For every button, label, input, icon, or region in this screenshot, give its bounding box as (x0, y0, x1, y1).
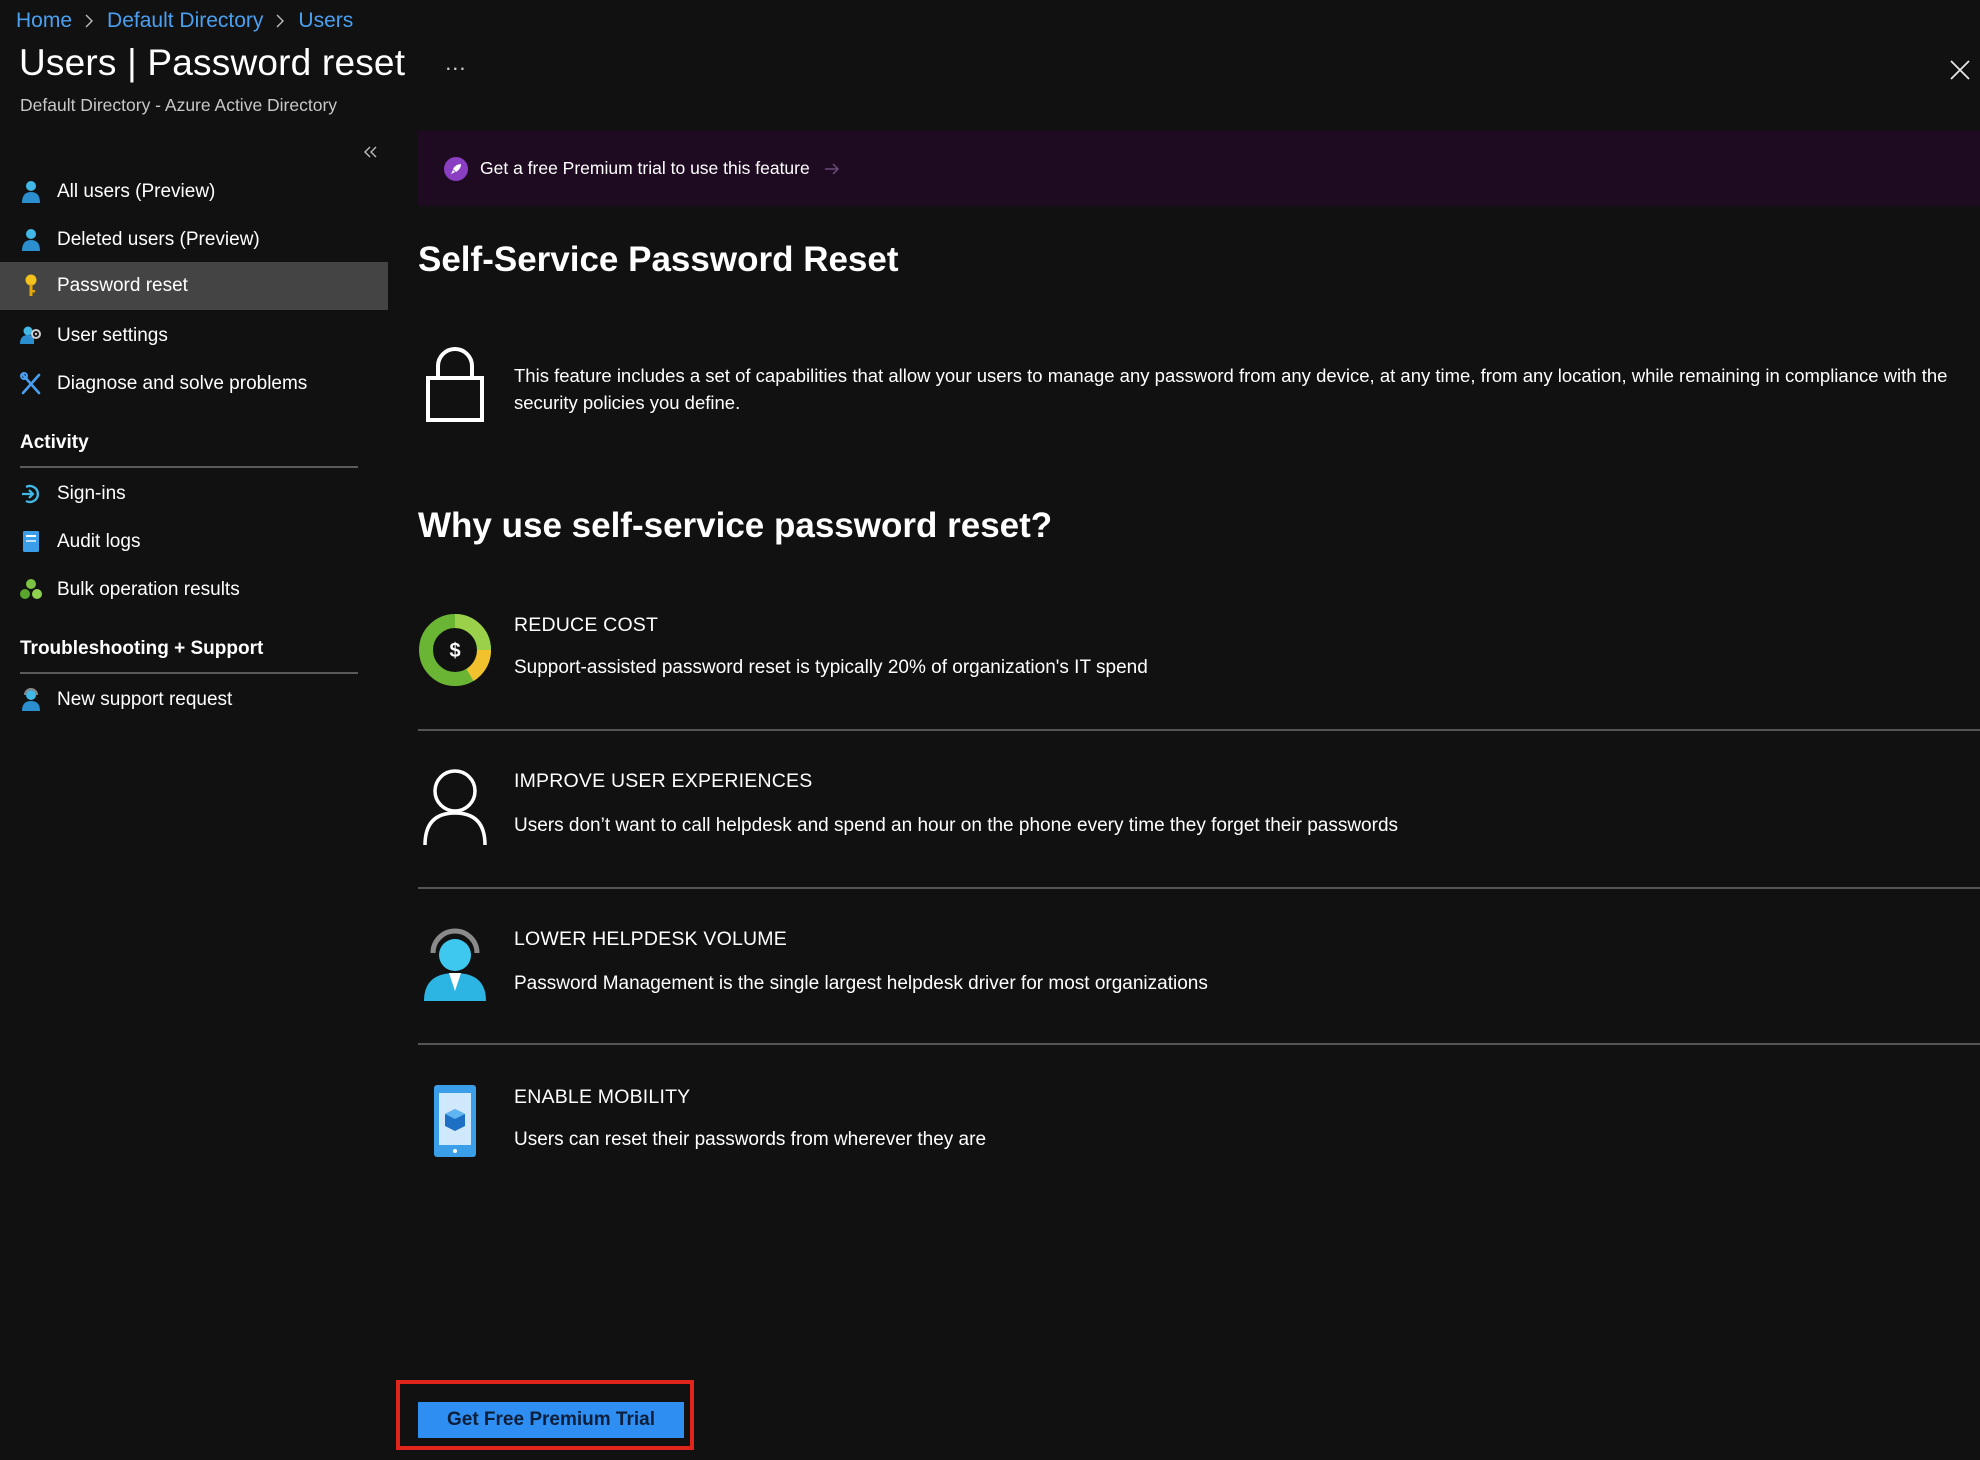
bulk-operations-icon (20, 577, 42, 603)
user-outline-icon (418, 768, 492, 846)
page-subtitle: Default Directory - Azure Active Directo… (20, 95, 338, 115)
sidebar-item-audit-logs[interactable]: Audit logs (0, 518, 388, 566)
mobile-device-icon (418, 1082, 492, 1160)
breadcrumb: Home Default Directory Users (16, 6, 353, 36)
sidebar-item-label: Audit logs (57, 531, 141, 552)
breadcrumb-default-directory[interactable]: Default Directory (107, 9, 263, 33)
section-heading-support: Troubleshooting + Support (20, 638, 264, 659)
why-heading: Why use self-service password reset? (418, 506, 1053, 545)
section-divider (20, 466, 358, 468)
sidebar-item-bulk-operations[interactable]: Bulk operation results (0, 566, 388, 614)
benefit-divider (418, 1043, 1980, 1045)
page-title: Users | Password reset (19, 42, 406, 83)
benefit-title: IMPROVE USER EXPERIENCES (514, 770, 813, 792)
sign-in-icon (20, 481, 42, 507)
benefit-description: Support-assisted password reset is typic… (514, 657, 1148, 678)
lock-icon (422, 344, 488, 424)
sidebar-item-deleted-users[interactable]: Deleted users (Preview) (0, 216, 388, 264)
double-chevron-left-icon (364, 146, 377, 158)
audit-log-icon (20, 529, 42, 555)
benefit-title: LOWER HELPDESK VOLUME (514, 928, 787, 950)
breadcrumb-users[interactable]: Users (298, 9, 353, 33)
key-icon (20, 273, 42, 299)
close-icon (1950, 60, 1970, 80)
sidebar-item-label: Deleted users (Preview) (57, 229, 260, 250)
more-options-button[interactable]: ... (445, 50, 466, 76)
benefit-description: Users don’t want to call helpdesk and sp… (514, 815, 1399, 836)
sidebar-item-label: New support request (57, 689, 233, 710)
banner-text: Get a free Premium trial to use this fea… (480, 158, 810, 178)
sidebar-item-new-support-request[interactable]: New support request (0, 676, 388, 724)
section-divider (20, 672, 358, 674)
sidebar-item-label: User settings (57, 325, 168, 346)
intro-text: This feature includes a set of capabilit… (514, 365, 1948, 413)
user-icon (20, 179, 42, 205)
premium-trial-banner[interactable]: Get a free Premium trial to use this fea… (418, 131, 1980, 206)
arrow-right-icon (824, 162, 840, 175)
sidebar-item-password-reset[interactable]: Password reset (0, 262, 388, 310)
main-heading: Self-Service Password Reset (418, 240, 899, 279)
benefit-description: Users can reset their passwords from whe… (514, 1129, 987, 1150)
user-icon (20, 227, 42, 253)
sidebar-item-all-users[interactable]: All users (Preview) (0, 168, 388, 216)
breadcrumb-home[interactable]: Home (16, 9, 72, 33)
benefit-title: ENABLE MOBILITY (514, 1086, 691, 1108)
headset-agent-icon (418, 924, 492, 1002)
benefit-title: REDUCE COST (514, 614, 659, 636)
chevron-right-icon (84, 14, 95, 28)
section-heading-activity: Activity (20, 432, 89, 453)
cost-donut-icon: $ (418, 611, 492, 689)
rocket-icon (444, 156, 468, 181)
sidebar-item-label: Bulk operation results (57, 579, 240, 600)
title-row: Users | Password reset ... (19, 42, 467, 84)
chevron-right-icon (275, 14, 286, 28)
sidebar-item-sign-ins[interactable]: Sign-ins (0, 470, 388, 518)
svg-text:$: $ (449, 640, 460, 662)
sidebar-item-label: All users (Preview) (57, 181, 216, 202)
sidebar-item-label: Diagnose and solve problems (57, 373, 308, 394)
benefit-description: Password Management is the single larges… (514, 973, 1208, 994)
sidebar-item-diagnose[interactable]: Diagnose and solve problems (0, 360, 388, 408)
close-button[interactable] (1946, 56, 1974, 84)
benefit-divider (418, 729, 1980, 731)
get-free-premium-trial-button[interactable]: Get Free Premium Trial (418, 1402, 684, 1438)
wrench-icon (20, 371, 42, 397)
sidebar-item-label: Sign-ins (57, 483, 126, 504)
support-user-icon (20, 687, 42, 713)
user-settings-icon (20, 323, 42, 349)
benefit-divider (418, 887, 1980, 889)
sidebar-item-user-settings[interactable]: User settings (0, 312, 388, 360)
collapse-sidebar-button[interactable] (360, 140, 382, 164)
sidebar-item-label: Password reset (57, 275, 188, 296)
